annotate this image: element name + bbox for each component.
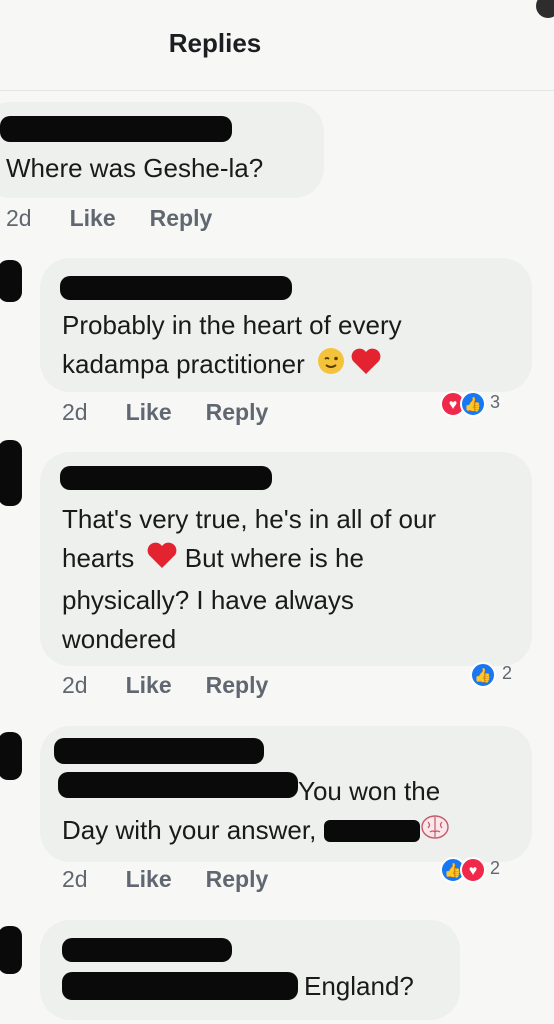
replies-header: Replies (0, 0, 554, 91)
reply-link[interactable]: Reply (206, 399, 269, 425)
reply-link[interactable]: Reply (206, 866, 269, 892)
avatar[interactable] (0, 440, 22, 506)
like-link[interactable]: Like (126, 399, 172, 425)
brain-emoji-icon (419, 812, 451, 853)
redacted-mention (62, 972, 298, 1000)
like-link[interactable]: Like (70, 205, 116, 231)
redacted-author-name (62, 938, 232, 962)
reaction-summary[interactable]: ♥ 👍 3 (440, 391, 520, 417)
like-reaction-icon: 👍 (470, 662, 496, 688)
comment-text-line: Probably in the heart of every (62, 310, 402, 340)
comment-text-line: But where is he (184, 543, 364, 573)
comment-text-line: hearts (62, 543, 135, 573)
like-link[interactable]: Like (126, 672, 172, 698)
avatar[interactable] (0, 926, 22, 974)
comment-text-line: That's very true, he's in all of our (62, 504, 437, 534)
comment-text-line: physically? I have always (62, 584, 354, 615)
comment-time: 2d (62, 399, 88, 425)
comment-text: That's very true, he's in all of our hea… (62, 500, 436, 659)
comment-text: Probably in the heart of every kadampa p… (62, 306, 402, 387)
comment-text-line-with-emoji: Day with your answer, (62, 811, 451, 853)
reaction-summary[interactable]: 👍 ♥ 2 (440, 857, 520, 883)
comment-text: England? (304, 967, 414, 1006)
reaction-count: 3 (490, 392, 501, 412)
wink-emoji-icon (316, 346, 346, 387)
reaction-count: 2 (502, 663, 513, 683)
comment-actions: 2d Like Reply (62, 399, 302, 426)
comment-text-line: wondered (62, 623, 177, 654)
corner-decoration (536, 0, 554, 18)
comment-text-line: Day with your answer, (62, 815, 317, 845)
red-heart-icon (146, 540, 178, 581)
redacted-author-name (54, 738, 264, 764)
redacted-author-name (60, 276, 292, 300)
comment-time: 2d (6, 205, 32, 231)
comment-text: You won the Day with your answer, (62, 772, 451, 853)
like-reaction-icon: 👍 (460, 391, 486, 417)
comment-text-line: kadampa practitioner (62, 349, 305, 379)
comment-text-line-with-emoji: kadampa practitioner (62, 345, 402, 387)
comment-text-line-with-emoji: hearts But where is he (62, 539, 436, 581)
comment-actions: 2d Like Reply (62, 866, 302, 893)
comment-time: 2d (62, 866, 88, 892)
page-title: Replies (168, 28, 262, 58)
comment-text: Where was Geshe-la? (6, 153, 264, 183)
reply-link[interactable]: Reply (150, 205, 213, 231)
reply-link[interactable]: Reply (206, 672, 269, 698)
comment-text-line: You won the (298, 776, 441, 806)
redacted-author-name (60, 466, 272, 490)
comment-actions: 2d Like Reply (62, 672, 302, 699)
avatar[interactable] (0, 732, 22, 780)
reaction-count: 2 (490, 858, 501, 878)
redacted-author-name (0, 116, 232, 142)
avatar[interactable] (0, 260, 22, 302)
comment-text-line: You won the (62, 772, 451, 811)
comment-actions: 2d Like Reply (6, 205, 246, 232)
comment-time: 2d (62, 672, 88, 698)
reaction-summary[interactable]: 👍 2 (470, 662, 530, 688)
comment-text-line: England? (304, 971, 414, 1001)
redacted-mention (323, 820, 420, 842)
like-link[interactable]: Like (126, 866, 172, 892)
love-reaction-icon: ♥ (460, 857, 486, 883)
red-heart-icon (350, 346, 382, 387)
